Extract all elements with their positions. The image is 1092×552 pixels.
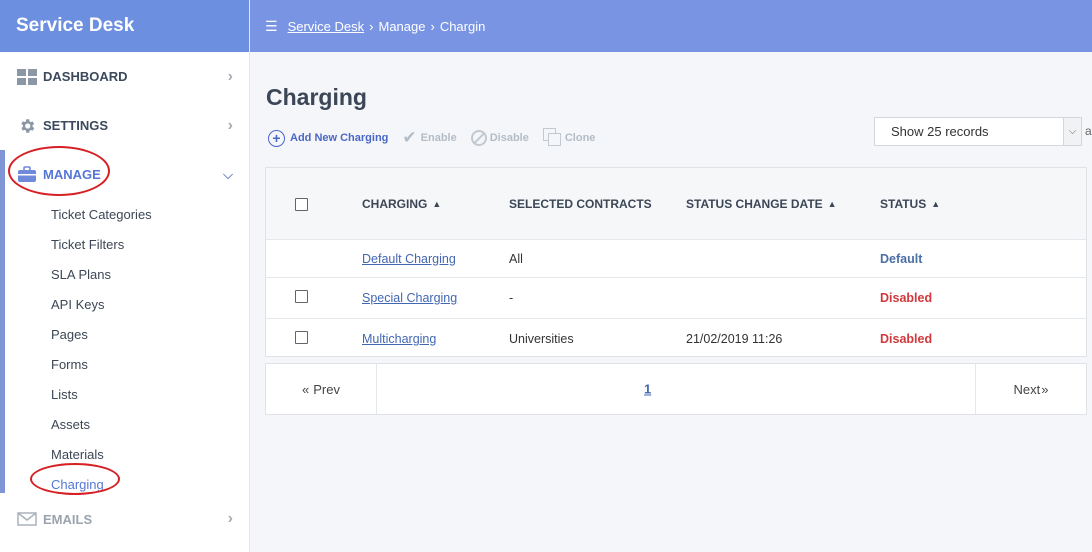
- enable-button[interactable]: ✔ Enable: [402, 128, 456, 148]
- sidebar-item-pages[interactable]: Pages: [0, 319, 249, 349]
- sidebar-item-ticket-filters[interactable]: Ticket Filters: [0, 229, 249, 259]
- nav-settings-label: SETTINGS: [43, 118, 109, 133]
- annotation-circle-manage: [8, 146, 110, 196]
- truncated-text: a: [1085, 124, 1092, 138]
- select-all-checkbox[interactable]: [295, 198, 308, 211]
- charging-name-link[interactable]: Special Charging: [362, 291, 457, 305]
- sidebar-item-lists[interactable]: Lists: [0, 379, 249, 409]
- chevron-down-icon: ⌵: [1063, 118, 1081, 145]
- chevron-down-icon: ⌵: [223, 166, 233, 182]
- sidebar-item-ticket-categories[interactable]: Ticket Categories: [0, 199, 249, 229]
- clone-label: Clone: [564, 132, 596, 144]
- contracts-cell: Universities: [509, 332, 574, 346]
- sidebar-item-assets[interactable]: Assets: [0, 409, 249, 439]
- sidebar-item-materials[interactable]: Materials: [0, 439, 249, 469]
- records-per-page-select[interactable]: Show 25 records ⌵: [874, 117, 1082, 146]
- double-chevron-left-icon: «: [302, 381, 310, 397]
- column-selected-contracts: SELECTED CONTRACTS: [509, 197, 652, 211]
- hamburger-menu-icon[interactable]: ☰: [265, 18, 278, 35]
- sidebar-item-sla-plans[interactable]: SLA Plans: [0, 259, 249, 289]
- table-header: CHARGING ▲︎ SELECTED CONTRACTS STATUS CH…: [266, 168, 1086, 240]
- sidebar-item-forms[interactable]: Forms: [0, 349, 249, 379]
- table-row: Special Charging - Disabled: [266, 278, 1086, 319]
- column-charging-label: CHARGING: [362, 197, 428, 211]
- date-cell: 21/02/2019 11:26: [686, 332, 783, 346]
- brand-title[interactable]: Service Desk: [0, 0, 249, 52]
- row-checkbox[interactable]: [295, 331, 308, 347]
- nav-dashboard-label: DASHBOARD: [43, 69, 128, 84]
- chevron-right-icon: ›: [227, 67, 233, 85]
- page-title: Charging: [266, 84, 367, 110]
- nav-emails[interactable]: EMAILS ›: [0, 499, 249, 539]
- status-badge: Default: [880, 251, 923, 266]
- chevron-right-icon: ›: [227, 510, 233, 527]
- charging-name-link[interactable]: Multicharging: [362, 332, 436, 346]
- contracts-cell: All: [509, 251, 523, 266]
- breadcrumb-service-desk[interactable]: Service Desk: [288, 19, 365, 34]
- records-per-page-value: Show 25 records: [891, 124, 989, 139]
- table-row: Multicharging Universities 21/02/2019 11…: [266, 319, 1086, 359]
- disable-label: Disable: [489, 132, 529, 144]
- column-status-label: STATUS: [880, 197, 927, 211]
- column-status-change-date[interactable]: STATUS CHANGE DATE ▲︎: [686, 197, 837, 211]
- nav-settings[interactable]: SETTINGS ›: [0, 101, 249, 150]
- prev-page-button[interactable]: « Prev: [266, 364, 377, 414]
- sidebar-item-api-keys[interactable]: API Keys: [0, 289, 249, 319]
- clone-button[interactable]: Clone: [542, 128, 596, 148]
- column-status[interactable]: STATUS ▲︎: [880, 197, 940, 211]
- header-bar: ☰ Service Desk › Manage › Chargin: [250, 0, 1092, 52]
- gear-icon: [16, 116, 38, 136]
- pagination: « Prev 1 Next »: [265, 363, 1087, 415]
- row-checkbox[interactable]: [295, 290, 308, 306]
- column-contracts-label: SELECTED CONTRACTS: [509, 197, 652, 211]
- sort-icon: ▲︎: [827, 199, 837, 209]
- main-content: Charging + Add New Charging ✔ Enable Dis…: [250, 52, 1092, 552]
- plus-circle-icon: +: [268, 129, 285, 147]
- ban-icon: [470, 130, 487, 146]
- envelope-icon: [16, 509, 38, 529]
- active-section-bar: [0, 150, 5, 493]
- table-row: Default Charging All Default: [266, 240, 1086, 278]
- enable-label: Enable: [420, 132, 457, 144]
- column-charging[interactable]: CHARGING ▲︎: [362, 197, 441, 211]
- breadcrumb-manage[interactable]: Manage: [378, 19, 425, 34]
- annotation-circle-charging: [30, 463, 120, 495]
- nav-emails-label: EMAILS: [43, 511, 93, 527]
- status-badge: Disabled: [880, 332, 933, 346]
- double-chevron-right-icon: »: [1041, 381, 1049, 397]
- prev-label: Prev: [313, 381, 340, 397]
- charging-name-link[interactable]: Default Charging: [362, 252, 456, 266]
- checkmark-icon: ✔: [402, 128, 417, 147]
- charging-table: CHARGING ▲︎ SELECTED CONTRACTS STATUS CH…: [265, 167, 1087, 357]
- sort-icon: ▲︎: [432, 199, 442, 209]
- disable-button[interactable]: Disable: [470, 130, 529, 146]
- add-new-charging-button[interactable]: + Add New Charging: [268, 129, 389, 147]
- next-page-button[interactable]: Next »: [975, 364, 1086, 414]
- dashboard-icon: [16, 67, 38, 87]
- sort-icon: ▲︎: [931, 199, 941, 209]
- breadcrumb-separator: ›: [430, 18, 435, 34]
- nav-dashboard[interactable]: DASHBOARD ›: [0, 52, 249, 101]
- contracts-cell: -: [509, 291, 514, 305]
- page-number-link[interactable]: 1: [644, 382, 651, 397]
- chevron-right-icon: ›: [227, 116, 233, 134]
- toolbar: + Add New Charging ✔ Enable Disable Clon…: [268, 128, 609, 148]
- breadcrumb-current: Chargin: [439, 18, 486, 34]
- status-badge: Disabled: [880, 291, 933, 305]
- next-label: Next: [1013, 381, 1041, 397]
- add-new-charging-label: Add New Charging: [290, 132, 389, 144]
- clone-icon: [542, 128, 563, 148]
- column-date-label: STATUS CHANGE DATE: [686, 197, 823, 211]
- breadcrumb-separator: ›: [369, 18, 374, 34]
